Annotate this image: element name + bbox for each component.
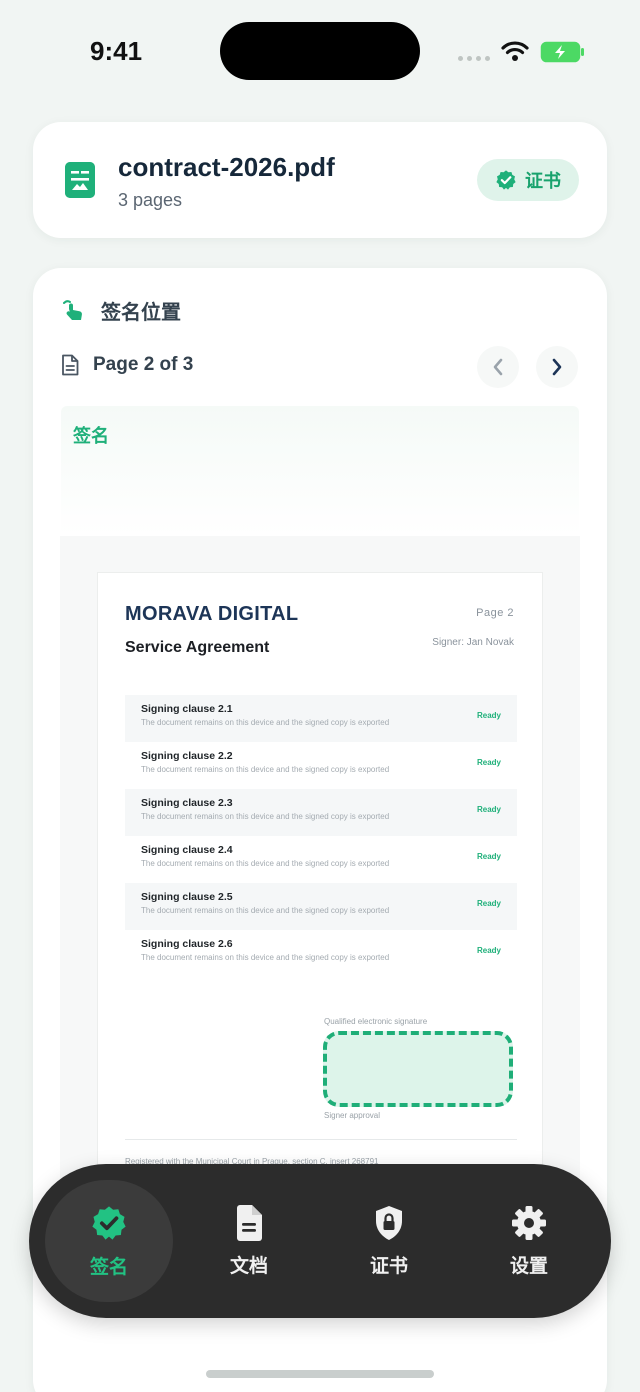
file-name: contract-2026.pdf [118, 152, 335, 182]
clause-description: The document remains on this device and … [141, 906, 390, 915]
section-title: 签名位置 [101, 302, 181, 324]
clause-title: Signing clause 2.6 [141, 938, 233, 950]
clause-title: Signing clause 2.2 [141, 750, 233, 762]
lock-shield-icon [376, 1205, 402, 1240]
clause-description: The document remains on this device and … [141, 953, 390, 962]
clause-status: Ready [476, 852, 501, 861]
pdf-file-icon [65, 162, 95, 198]
clause-status: Ready [476, 899, 501, 908]
clause-title: Signing clause 2.5 [141, 891, 233, 903]
clause-row: Signing clause 2.1 The document remains … [125, 695, 517, 742]
previous-page-button[interactable] [477, 346, 519, 388]
clause-description: The document remains on this device and … [141, 812, 390, 821]
clause-description: The document remains on this device and … [141, 718, 390, 727]
tab-label: 设置 [509, 1255, 548, 1277]
status-bar: 9:41 [0, 0, 640, 100]
clause-description: The document remains on this device and … [141, 859, 390, 868]
clause-title: Signing clause 2.1 [141, 703, 233, 715]
page-document-icon [62, 354, 79, 376]
clause-description: The document remains on this device and … [141, 765, 390, 774]
clause-row: Signing clause 2.3 The document remains … [125, 789, 517, 836]
document-signer: Signer: Jan Novak [432, 637, 514, 648]
battery-charging-icon [540, 41, 584, 63]
signature-field-label: Qualified electronic signature [324, 1017, 428, 1026]
next-page-button[interactable] [536, 346, 578, 388]
tab-settings[interactable]: 设置 [465, 1180, 593, 1302]
document-title: Service Agreement [125, 639, 270, 656]
gear-icon [512, 1205, 546, 1240]
clause-title: Signing clause 2.3 [141, 797, 233, 809]
certificate-button[interactable]: 证书 [477, 159, 579, 201]
wifi-icon [501, 41, 529, 61]
document-divider [125, 1139, 517, 1140]
clause-status: Ready [476, 805, 501, 814]
document-page-number: Page 2 [476, 607, 514, 619]
chevron-right-icon [552, 358, 562, 376]
clause-status: Ready [476, 946, 501, 955]
signature-drop-zone[interactable] [323, 1031, 513, 1107]
clause-list: Signing clause 2.1 The document remains … [125, 695, 517, 977]
dynamic-island [220, 22, 420, 80]
home-indicator [206, 1370, 434, 1378]
tap-hand-icon [63, 299, 82, 320]
verified-badge-icon [496, 170, 516, 190]
certificate-button-label: 证书 [525, 171, 561, 191]
document-preview: MORAVA DIGITAL Service Agreement Page 2 … [60, 536, 580, 1236]
clause-row: Signing clause 2.2 The document remains … [125, 742, 517, 789]
clause-status: Ready [476, 758, 501, 767]
chevron-left-icon [493, 358, 503, 376]
tab-documents[interactable]: 文档 [185, 1180, 313, 1302]
signature-tag[interactable]: 签名 [73, 422, 109, 448]
clause-row: Signing clause 2.5 The document remains … [125, 883, 517, 930]
clause-status: Ready [476, 711, 501, 720]
signature-tag-area: 签名 [61, 406, 579, 536]
tab-certificates[interactable]: 证书 [325, 1180, 453, 1302]
document-page: MORAVA DIGITAL Service Agreement Page 2 … [97, 572, 543, 1212]
tab-label: 文档 [229, 1255, 268, 1277]
signer-approval-label: Signer approval [324, 1111, 381, 1120]
page-indicator-label: Page 2 of 3 [93, 354, 194, 375]
document-icon [237, 1204, 262, 1241]
clause-row: Signing clause 2.6 The document remains … [125, 930, 517, 977]
tab-bar: 签名 文档 证书 设置 [29, 1164, 611, 1318]
tab-label: 证书 [369, 1255, 408, 1277]
tab-label: 签名 [89, 1256, 128, 1278]
clause-row: Signing clause 2.4 The document remains … [125, 836, 517, 883]
section-header: 签名位置 [61, 296, 181, 325]
file-header-card: contract-2026.pdf 3 pages 证书 [33, 122, 607, 238]
document-brand: MORAVA DIGITAL [125, 603, 299, 625]
page-indicator: Page 2 of 3 [61, 354, 193, 376]
file-page-count: 3 pages [118, 190, 183, 210]
signature-badge-icon [92, 1205, 126, 1240]
cellular-signal-icon [458, 56, 490, 61]
tab-sign[interactable]: 签名 [45, 1180, 173, 1302]
clause-title: Signing clause 2.4 [141, 844, 233, 856]
status-time: 9:41 [90, 36, 143, 66]
